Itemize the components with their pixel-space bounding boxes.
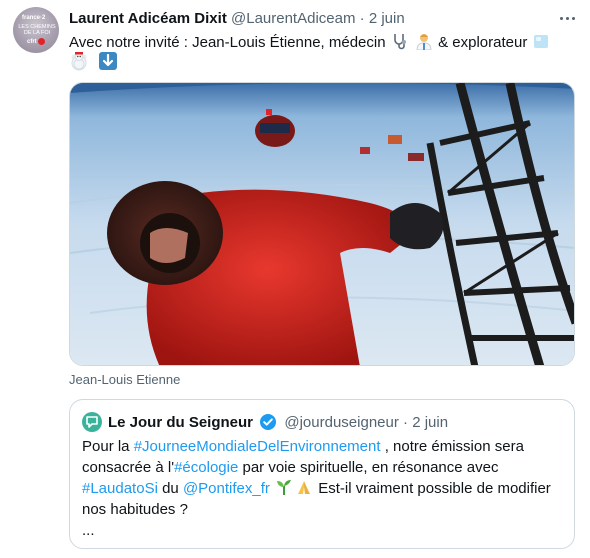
quoted-text-3: par voie spirituelle, en résonance avec <box>238 459 499 476</box>
quoted-author-name[interactable]: Le Jour du Seigneur <box>108 414 253 431</box>
tweet-time[interactable]: 2 juin <box>369 10 405 27</box>
tweet-text-part1: Avec notre invité : Jean-Louis Étienne, … <box>69 34 386 51</box>
tweet-text-line2 <box>69 52 118 72</box>
quoted-time[interactable]: 2 juin <box>412 414 448 431</box>
quoted-text-1: Pour la <box>82 438 134 455</box>
author-handle[interactable]: @LaurentAdiceam <box>231 10 355 27</box>
tweet-text: Avec notre invité : Jean-Louis Étienne, … <box>69 32 569 74</box>
avatar-logo: cfrt <box>27 38 45 45</box>
chat-bubble-icon <box>86 416 98 428</box>
tweet-text-part2: & explorateur <box>438 34 528 51</box>
seedling-icon <box>277 480 292 495</box>
avatar-title: LES CHEMINS DE LA FOI <box>18 24 56 36</box>
author-name[interactable]: Laurent Adicéam Dixit <box>69 10 227 27</box>
header-separator: · <box>359 10 365 27</box>
hashtag-environnement[interactable]: #JourneeMondialeDelEnvironnement <box>134 438 381 455</box>
media-caption: Jean-Louis Etienne <box>69 372 181 387</box>
down-arrow-icon <box>99 52 118 70</box>
tweet-media-image[interactable] <box>69 82 575 366</box>
mention-pontifex[interactable]: @Pontifex_fr <box>183 480 270 497</box>
polar-expedition-photo <box>70 83 574 365</box>
stethoscope-icon <box>393 34 406 50</box>
quoted-separator: · <box>403 414 409 431</box>
snowman-icon <box>73 52 85 70</box>
author-avatar[interactable]: france·2 LES CHEMINS DE LA FOI cfrt <box>13 7 59 53</box>
praying-hands-icon <box>298 481 311 494</box>
quoted-header: Le Jour du Seigneur @jourduseigneur · 2 … <box>108 413 448 432</box>
quoted-handle[interactable]: @jourduseigneur <box>284 414 398 431</box>
quoted-ellipsis: ... <box>82 522 95 539</box>
avatar-channel: france·2 <box>22 15 46 21</box>
more-icon[interactable] <box>557 8 577 28</box>
hashtag-laudatosi[interactable]: #LaudatoSi <box>82 480 158 497</box>
quoted-author-avatar[interactable] <box>82 412 102 432</box>
quoted-text-4: du <box>157 480 183 497</box>
tweet-header: Laurent Adicéam Dixit @LaurentAdiceam · … <box>69 10 405 28</box>
doctor-icon <box>416 34 432 50</box>
hashtag-ecologie[interactable]: #écologie <box>174 459 238 476</box>
verified-icon <box>260 414 277 430</box>
ice-cube-icon <box>534 35 549 48</box>
quoted-text: Pour la #JourneeMondialeDelEnvironnement… <box>82 436 562 541</box>
quoted-tweet-card[interactable]: Le Jour du Seigneur @jourduseigneur · 2 … <box>69 399 575 549</box>
